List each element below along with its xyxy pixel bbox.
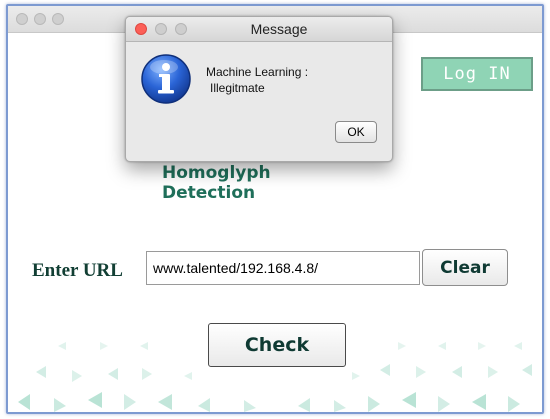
window-zoom-icon[interactable] bbox=[52, 13, 64, 25]
ok-button[interactable]: OK bbox=[335, 121, 377, 143]
url-label: Enter URL bbox=[32, 260, 123, 281]
dialog-title: Message bbox=[250, 21, 308, 37]
dialog-message-line1: Machine Learning : bbox=[206, 65, 309, 79]
window-minimize-icon[interactable] bbox=[34, 13, 46, 25]
check-button[interactable]: Check bbox=[208, 323, 346, 367]
login-button[interactable]: Log IN bbox=[421, 57, 533, 91]
window-close-icon[interactable] bbox=[16, 13, 28, 25]
info-icon bbox=[141, 54, 191, 104]
dialog-titlebar: Message bbox=[126, 17, 392, 42]
dialog-message-line2: Illegitmate bbox=[210, 81, 265, 95]
message-dialog: Message Machine Learning : Illegitmate O… bbox=[125, 16, 393, 162]
url-input[interactable] bbox=[146, 251, 420, 285]
page-title: Homoglyph Detection bbox=[162, 163, 271, 203]
clear-button[interactable]: Clear bbox=[422, 249, 508, 286]
